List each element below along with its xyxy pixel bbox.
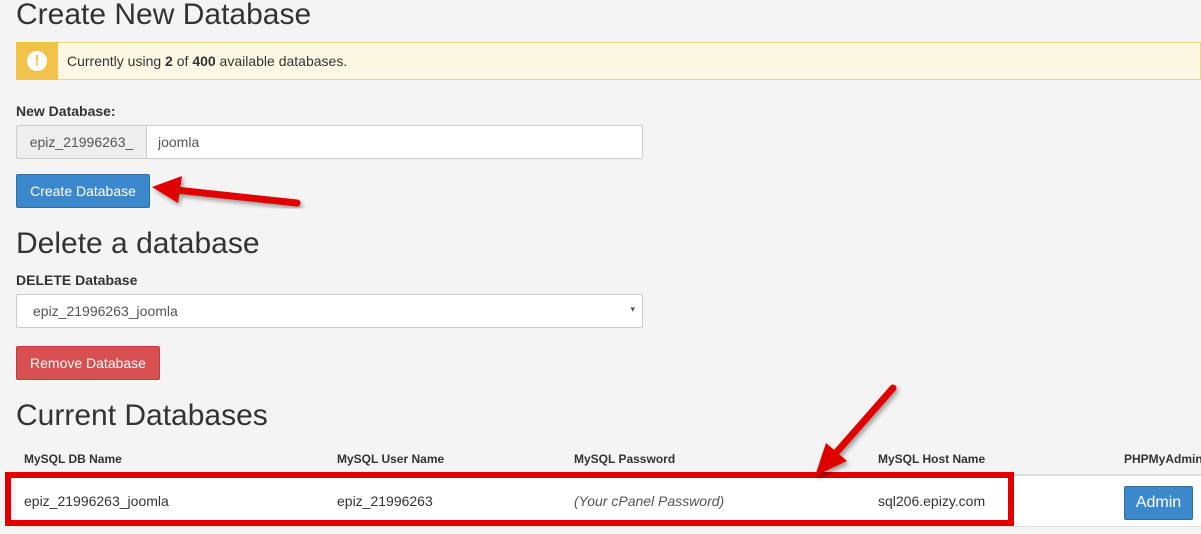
new-database-label: New Database:: [16, 103, 116, 119]
chevron-down-icon: ▾: [630, 304, 635, 314]
cell-host-name: sql206.epizy.com: [878, 493, 986, 509]
header-phpmyadmin: PHPMyAdmin: [1124, 452, 1201, 466]
current-databases-table: MySQL DB Name MySQL User Name MySQL Pass…: [16, 446, 1201, 527]
used-count: 2: [165, 53, 173, 69]
new-database-name-input[interactable]: [146, 125, 643, 159]
delete-database-label: DELETE Database: [16, 272, 138, 288]
header-host-name: MySQL Host Name: [878, 452, 986, 466]
delete-database-title: Delete a database: [16, 227, 260, 260]
cell-user-name: epiz_21996263: [337, 493, 433, 509]
new-database-input-group: epiz_21996263_: [16, 125, 643, 159]
header-password: MySQL Password: [574, 452, 676, 466]
table-header: MySQL DB Name MySQL User Name MySQL Pass…: [16, 446, 1201, 476]
database-prefix: epiz_21996263_: [16, 125, 146, 159]
create-database-button[interactable]: Create Database: [16, 174, 150, 208]
cell-db-name: epiz_21996263_joomla: [24, 493, 169, 509]
header-user-name: MySQL User Name: [337, 452, 445, 466]
selected-database: epiz_21996263_joomla: [33, 303, 178, 319]
arrow-to-create-button-icon: [152, 176, 301, 207]
cell-password: (Your cPanel Password): [574, 493, 725, 509]
current-databases-title: Current Databases: [16, 399, 268, 432]
remove-database-button[interactable]: Remove Database: [16, 346, 160, 380]
alert-text: Currently using 2 of 400 available datab…: [67, 53, 348, 69]
total-count: 400: [192, 53, 216, 69]
phpmyadmin-admin-button[interactable]: Admin: [1124, 486, 1193, 520]
header-db-name: MySQL DB Name: [24, 452, 122, 466]
alert-icon-box: !: [16, 41, 58, 80]
delete-database-select[interactable]: epiz_21996263_joomla ▾: [16, 294, 643, 328]
database-usage-alert: ! Currently using 2 of 400 available dat…: [16, 41, 1201, 80]
table-row: epiz_21996263_joomla epiz_21996263 (Your…: [16, 476, 1201, 527]
exclamation-icon: !: [27, 50, 47, 71]
create-database-title: Create New Database: [16, 0, 312, 31]
